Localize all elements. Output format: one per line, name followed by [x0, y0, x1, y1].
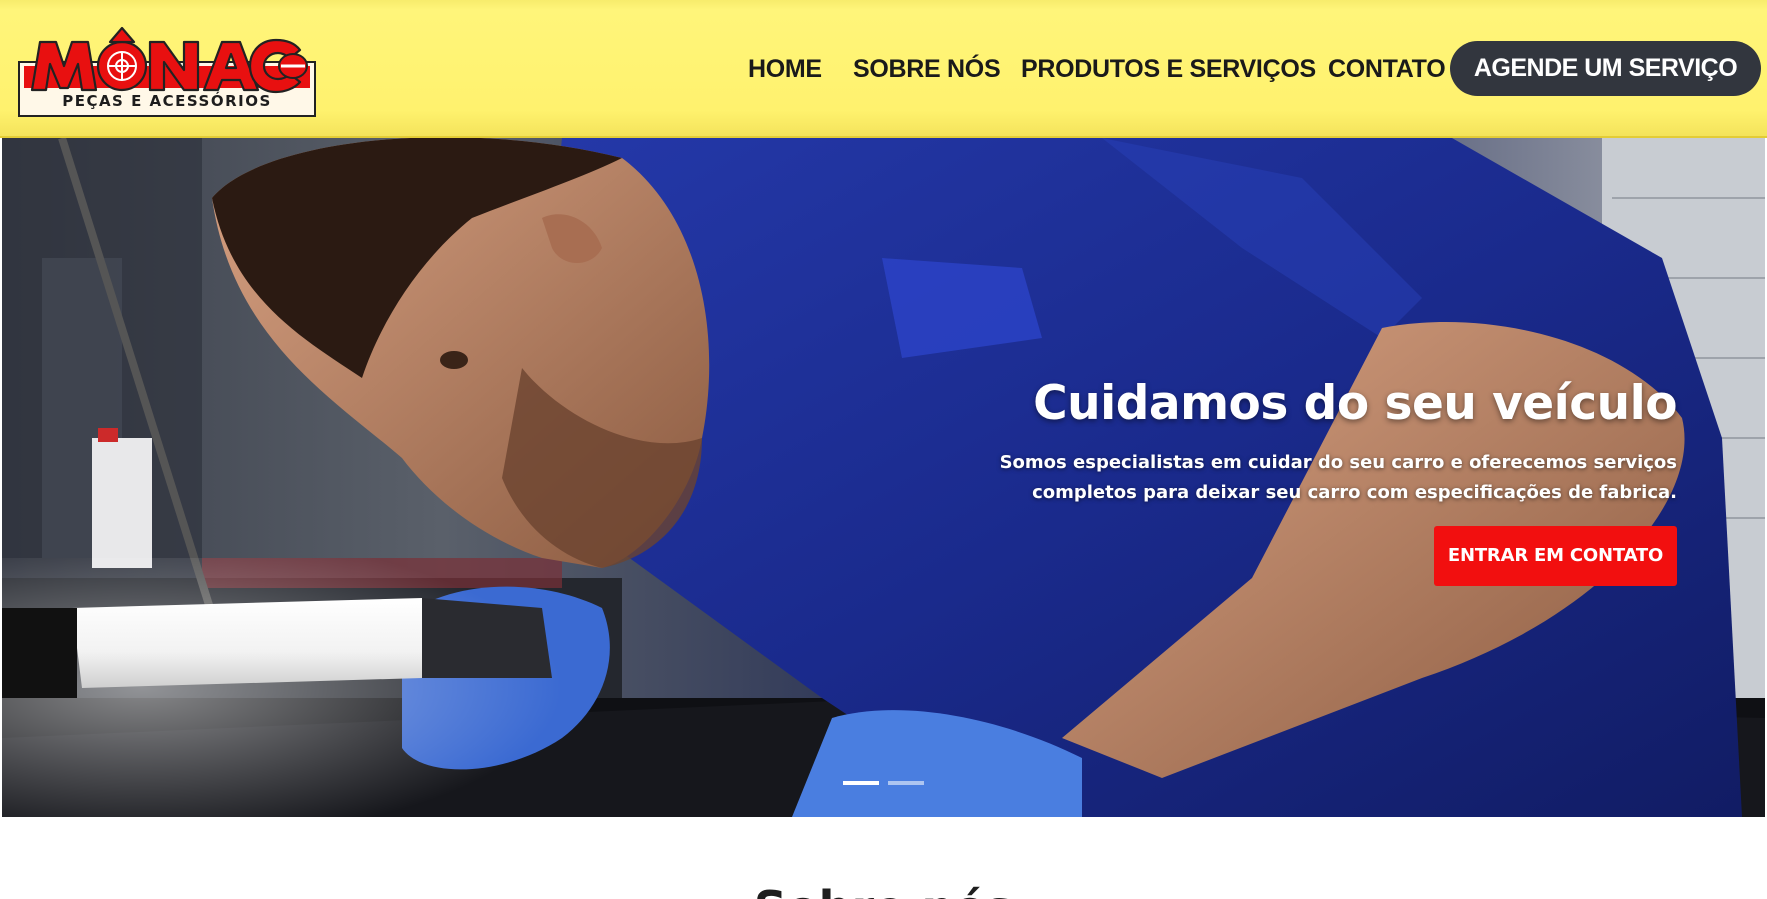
hero-description-line-2: completos para deixar seu carro com espe… — [1032, 482, 1677, 503]
site-header: PEÇAS E ACESSÓRIOS HOME SOBRE NÓS PRODUT… — [0, 0, 1767, 138]
nav-contato[interactable]: CONTATO — [1328, 48, 1446, 90]
nav-sobre-nos[interactable]: SOBRE NÓS — [853, 48, 1001, 90]
carousel-dot-1[interactable] — [843, 781, 879, 785]
schedule-service-button[interactable]: AGENDE UM SERVIÇO — [1450, 41, 1761, 96]
hero-description: Somos especialistas em cuidar do seu car… — [917, 448, 1677, 508]
nav-produtos-servicos[interactable]: PRODUTOS E SERVIÇOS — [1021, 48, 1316, 90]
nav-home[interactable]: HOME — [748, 48, 822, 90]
about-heading: Sobre nós — [0, 878, 1767, 899]
hero-content: Cuidamos do seu veículo Somos especialis… — [917, 374, 1678, 586]
hero-carousel: Cuidamos do seu veículo Somos especialis… — [2, 138, 1765, 817]
hero-description-line-1: Somos especialistas em cuidar do seu car… — [999, 452, 1677, 473]
contact-button[interactable]: ENTRAR EM CONTATO — [1434, 526, 1677, 586]
hero-title: Cuidamos do seu veículo — [1033, 376, 1677, 431]
logo-tagline: PEÇAS E ACESSÓRIOS — [62, 92, 272, 110]
carousel-dot-2[interactable] — [888, 781, 924, 785]
monaco-logo[interactable]: PEÇAS E ACESSÓRIOS — [18, 22, 316, 118]
